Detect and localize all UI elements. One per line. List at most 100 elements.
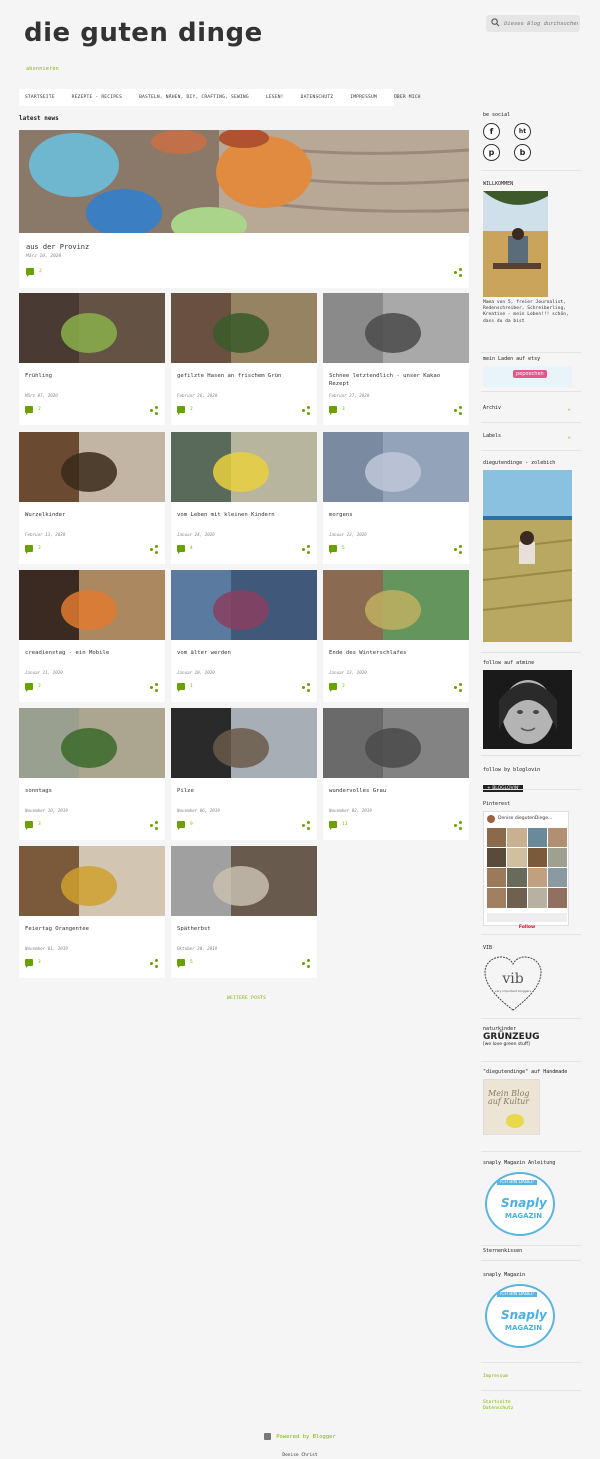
share-icon[interactable]: [302, 683, 310, 692]
facebook-icon[interactable]: f: [483, 122, 500, 140]
powered-by[interactable]: Powered by Blogger: [264, 1433, 336, 1440]
nav-item-startseite[interactable]: STARTSEITE: [25, 95, 55, 100]
post-card[interactable]: Frühling März 07, 2020 2: [19, 293, 165, 425]
comment-count[interactable]: 2: [38, 684, 41, 689]
share-icon[interactable]: [454, 406, 462, 415]
heart-icon[interactable]: ht: [514, 122, 531, 140]
post-card[interactable]: Pilze November 06, 2019 9: [171, 708, 317, 840]
comment-count[interactable]: 3: [342, 407, 345, 412]
post-title[interactable]: gefilzte Hasen an frischem Grün: [177, 372, 311, 380]
comment-count[interactable]: 1: [190, 684, 193, 689]
comment-count[interactable]: 2: [39, 269, 42, 274]
comment-count[interactable]: 2: [38, 407, 41, 412]
pinterest-board[interactable]: Denise diegutenDinge... Follow: [483, 810, 569, 930]
comment-icon[interactable]: [25, 406, 33, 415]
post-image[interactable]: [171, 846, 317, 916]
post-image[interactable]: [19, 432, 165, 502]
post-image[interactable]: [171, 293, 317, 363]
bloglovin-follow-button[interactable]: + BLOGLOVIN': [483, 784, 524, 792]
post-title[interactable]: Ende des Winterschlafes: [329, 649, 463, 657]
author-photo[interactable]: [483, 669, 572, 749]
archive-title[interactable]: Archiv: [483, 405, 581, 412]
bloglovin-icon[interactable]: b: [514, 143, 531, 161]
comment-icon[interactable]: [26, 268, 34, 277]
comment-icon[interactable]: [25, 545, 33, 554]
post-title[interactable]: vom älter werden: [177, 649, 311, 657]
site-title[interactable]: die guten dinge: [24, 18, 263, 48]
comment-icon[interactable]: [329, 683, 337, 692]
comment-count[interactable]: 3: [38, 822, 41, 827]
nav-item-datenschutz[interactable]: DATENSCHUTZ: [301, 95, 334, 100]
share-icon[interactable]: [454, 821, 462, 830]
comment-icon[interactable]: [177, 683, 185, 692]
post-image[interactable]: [19, 570, 165, 640]
comment-count[interactable]: 3: [38, 960, 41, 965]
impressum-link[interactable]: Impressum: [483, 1374, 581, 1380]
post-title[interactable]: Frühling: [25, 372, 159, 380]
comment-icon[interactable]: [25, 959, 33, 968]
labels-title[interactable]: Labels: [483, 433, 581, 440]
link-datenschutz[interactable]: Datenschutz: [483, 1406, 581, 1412]
nav-item-impressum[interactable]: IMPRESSUM: [350, 95, 377, 100]
post-title[interactable]: Feiertag Orangentee: [25, 925, 159, 933]
post-title[interactable]: creadienstag - ein Mobile: [25, 649, 159, 657]
post-card[interactable]: Wurzelkinder Februar 13, 2020 3: [19, 432, 165, 564]
post-image[interactable]: [323, 570, 469, 640]
search-input[interactable]: [504, 17, 578, 30]
post-card[interactable]: vom Leben mit kleinen Kindern Januar 24, …: [171, 432, 317, 564]
chevron-down-icon[interactable]: ⌄: [567, 405, 571, 412]
instagram-photo[interactable]: [483, 469, 572, 642]
post-title[interactable]: wundervolles Grau: [329, 787, 463, 795]
post-image[interactable]: [19, 708, 165, 778]
share-icon[interactable]: [150, 821, 158, 830]
share-icon[interactable]: [150, 545, 158, 554]
share-icon[interactable]: [150, 406, 158, 415]
pinterest-follow-button[interactable]: Follow: [487, 912, 567, 930]
comment-count[interactable]: 4: [190, 546, 193, 551]
comment-count[interactable]: 2: [342, 684, 345, 689]
comment-icon[interactable]: [329, 406, 337, 415]
share-icon[interactable]: [302, 545, 310, 554]
pinterest-username[interactable]: Denise diegutenDinge...: [498, 816, 552, 821]
post-card[interactable]: gefilzte Hasen an frischem Grün Februar 2…: [171, 293, 317, 425]
post-card[interactable]: wundervolles Grau November 02, 2019 11: [323, 708, 469, 840]
post-title[interactable]: Pilze: [177, 787, 311, 795]
more-posts-link[interactable]: WEITERE POSTS: [227, 996, 266, 1001]
search-box[interactable]: [486, 15, 580, 32]
shop-banner[interactable]: pepoechen: [483, 365, 572, 387]
nav-item-ueber-mich[interactable]: ÜBER MICH: [394, 95, 421, 100]
share-icon[interactable]: [454, 545, 462, 554]
post-title[interactable]: sonntags: [25, 787, 159, 795]
post-title[interactable]: vom Leben mit kleinen Kindern: [177, 511, 311, 519]
handmade-badge[interactable]: Mein Blog auf Kultur: [483, 1078, 540, 1135]
comment-icon[interactable]: [177, 821, 185, 830]
comment-icon[interactable]: [177, 959, 185, 968]
post-card[interactable]: Schnee letztendlich - unser Kakao Rezept…: [323, 293, 469, 425]
snaply-badge[interactable]: ICH BIN DABEI! Snaply MAGAZIN: [485, 1283, 555, 1348]
post-card[interactable]: sonntags November 10, 2019 3: [19, 708, 165, 840]
comment-count[interactable]: 9: [190, 822, 193, 827]
post-image[interactable]: [171, 570, 317, 640]
post-image[interactable]: [323, 432, 469, 502]
post-image[interactable]: [323, 708, 469, 778]
comment-count[interactable]: 2: [190, 407, 193, 412]
share-icon[interactable]: [454, 683, 462, 692]
post-image[interactable]: [171, 432, 317, 502]
post-image[interactable]: [323, 293, 469, 363]
post-card[interactable]: Ende des Winterschlafes Januar 13, 2020 2: [323, 570, 469, 702]
post-title[interactable]: Wurzelkinder: [25, 511, 159, 519]
post-image[interactable]: [171, 708, 317, 778]
chevron-down-icon[interactable]: ⌄: [567, 433, 571, 440]
comment-icon[interactable]: [177, 545, 185, 554]
comment-icon[interactable]: [329, 821, 337, 830]
comment-icon[interactable]: [25, 821, 33, 830]
share-icon[interactable]: [302, 959, 310, 968]
featured-post-image[interactable]: [19, 128, 470, 243]
post-title[interactable]: morgens: [329, 511, 463, 519]
post-title[interactable]: Spätherbst: [177, 925, 311, 933]
comment-icon[interactable]: [177, 406, 185, 415]
post-card[interactable]: vom älter werden Januar 20, 2020 1: [171, 570, 317, 702]
share-icon[interactable]: [150, 959, 158, 968]
post-card[interactable]: morgens Januar 23, 2020 5: [323, 432, 469, 564]
featured-post[interactable]: aus der Provinz März 10, 2020 2: [19, 128, 470, 288]
